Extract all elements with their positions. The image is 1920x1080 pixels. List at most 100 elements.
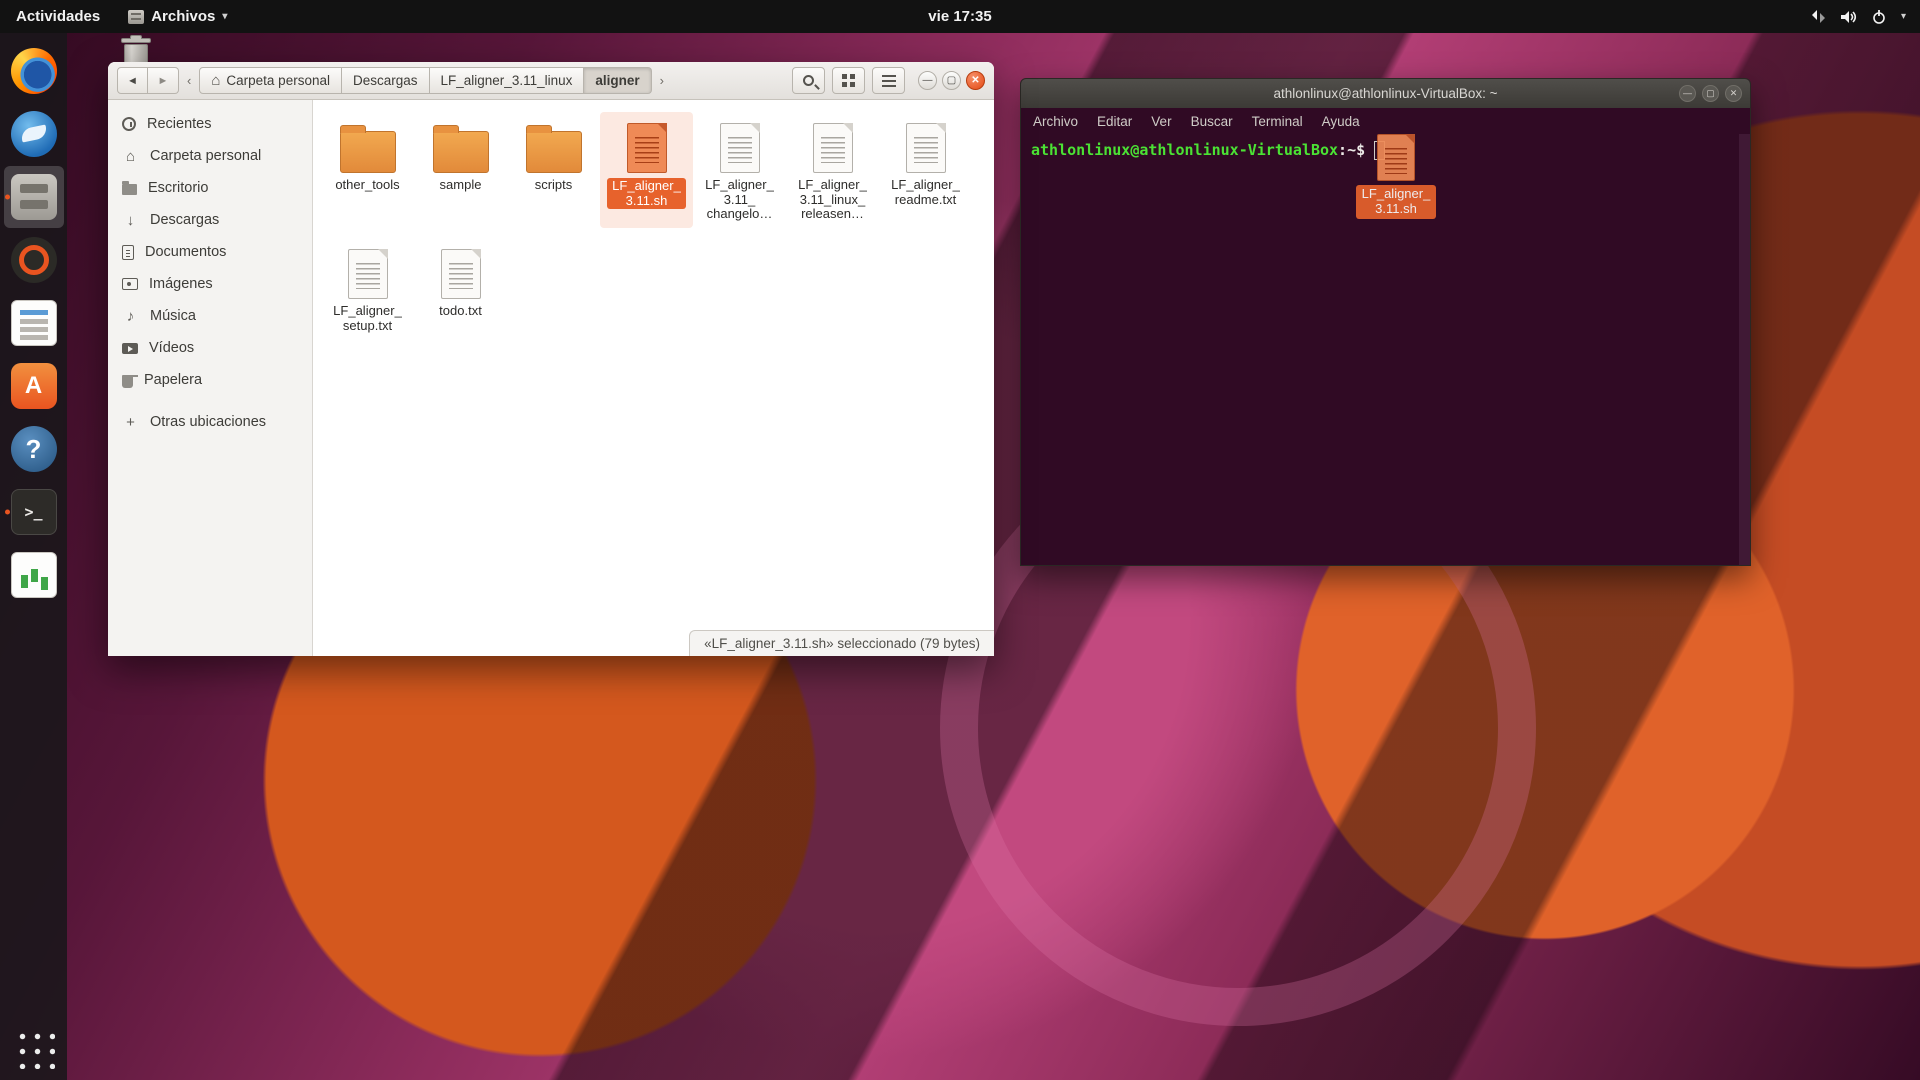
dock-item-rhythmbox[interactable] (4, 229, 64, 291)
sidebar-item-otras-ubicaciones[interactable]: +Otras ubicaciones (108, 406, 312, 438)
dock-item-files[interactable] (4, 166, 64, 228)
sidebar-item-descargas[interactable]: ↓Descargas (108, 204, 312, 236)
sidebar-item-escritorio[interactable]: Escritorio (108, 172, 312, 204)
maximize-button[interactable]: ▢ (942, 71, 961, 90)
files-icon (11, 174, 57, 220)
terminal-prompt-user: athlonlinux@athlonlinux-VirtualBox (1031, 141, 1338, 159)
files-window: ◄ ► ‹ ⌂ Carpeta personal Descargas LF_al… (108, 62, 994, 656)
minimize-button[interactable]: — (918, 71, 937, 90)
sidebar-item-musica[interactable]: ♪Música (108, 300, 312, 332)
breadcrumb-aligner[interactable]: aligner (584, 67, 651, 94)
sidebar-item-papelera[interactable]: Papelera (108, 364, 312, 396)
sidebar-item-documentos[interactable]: Documentos (108, 236, 312, 268)
file-tile-scripts[interactable]: scripts (507, 112, 600, 228)
view-grid-button[interactable] (832, 67, 865, 94)
music-icon: ♪ (122, 309, 139, 324)
app-menu-label: Archivos (151, 8, 215, 25)
show-applications-icon (13, 1027, 55, 1069)
files-app-icon (128, 10, 144, 24)
dock-item-terminal[interactable] (4, 481, 64, 543)
trash-lid-icon (121, 38, 151, 43)
path-scroll-right-icon[interactable]: › (658, 73, 666, 88)
dock-item-libreoffice-calc[interactable] (4, 544, 64, 606)
dock (0, 33, 67, 1080)
drag-ghost-label: LF_aligner_ 3.11.sh (1356, 185, 1437, 219)
terminal-scrollbar[interactable] (1739, 134, 1750, 565)
clock[interactable]: vie 17:35 (928, 8, 991, 25)
text-file-icon (348, 249, 388, 299)
file-tile-changelog[interactable]: LF_aligner_ 3.11_ changelo… (693, 112, 786, 228)
forward-button[interactable]: ► (148, 67, 179, 94)
text-file-icon (441, 249, 481, 299)
breadcrumb-home[interactable]: ⌂ Carpeta personal (199, 67, 342, 94)
folder-icon (526, 131, 582, 173)
power-icon (1872, 10, 1886, 24)
home-icon: ⌂ (122, 149, 139, 164)
sidebar-item-recientes[interactable]: Recientes (108, 108, 312, 140)
volume-icon (1841, 10, 1857, 24)
app-menu[interactable]: Archivos ▾ (116, 0, 239, 33)
menu-buscar[interactable]: Buscar (1191, 114, 1233, 129)
system-status-area[interactable]: ▾ (1811, 10, 1920, 24)
file-grid: other_tools sample scripts LF_aligner_ 3… (313, 100, 994, 349)
breadcrumb-lf-aligner-linux[interactable]: LF_aligner_3.11_linux (430, 67, 585, 94)
sidebar-item-imagenes[interactable]: Imágenes (108, 268, 312, 300)
terminal-menubar: Archivo Editar Ver Buscar Terminal Ayuda (1021, 108, 1750, 134)
libreoffice-calc-icon (11, 552, 57, 598)
breadcrumb-descargas[interactable]: Descargas (342, 67, 430, 94)
files-body: Recientes ⌂Carpeta personal Escritorio ↓… (108, 100, 994, 656)
file-tile-readme[interactable]: LF_aligner_ readme.txt (879, 112, 972, 228)
file-tile-sample[interactable]: sample (414, 112, 507, 228)
ubuntu-software-icon (11, 363, 57, 409)
menu-terminal[interactable]: Terminal (1252, 114, 1303, 129)
menu-button[interactable] (872, 67, 905, 94)
status-bar: «LF_aligner_3.11.sh» seleccionado (79 by… (689, 630, 994, 656)
chevron-down-icon: ▾ (1901, 11, 1906, 22)
clock-icon (122, 117, 136, 131)
image-icon (122, 278, 138, 290)
back-button[interactable]: ◄ (117, 67, 148, 94)
thunderbird-icon (11, 111, 57, 157)
dock-item-ubuntu-software[interactable] (4, 355, 64, 417)
running-indicator (5, 510, 10, 515)
files-headerbar: ◄ ► ‹ ⌂ Carpeta personal Descargas LF_al… (108, 62, 994, 100)
file-tile-setup[interactable]: LF_aligner_ setup.txt (321, 238, 414, 339)
text-file-icon (720, 123, 760, 173)
file-tile-other-tools[interactable]: other_tools (321, 112, 414, 228)
drag-ghost-lf-aligner-sh: LF_aligner_ 3.11.sh (1350, 134, 1442, 219)
window-controls: — ▢ ✕ (918, 71, 985, 90)
file-tile-todo[interactable]: todo.txt (414, 238, 507, 339)
path-scroll-left-icon[interactable]: ‹ (185, 73, 193, 88)
menu-ver[interactable]: Ver (1151, 114, 1171, 129)
menu-editar[interactable]: Editar (1097, 114, 1132, 129)
dock-item-show-applications[interactable] (4, 1017, 64, 1079)
file-list-area[interactable]: other_tools sample scripts LF_aligner_ 3… (313, 100, 994, 656)
terminal-title: athlonlinux@athlonlinux-VirtualBox: ~ (1274, 86, 1498, 101)
file-tile-releasenotes[interactable]: LF_aligner_ 3.11_linux_ releasen… (786, 112, 879, 228)
search-button[interactable] (792, 67, 825, 94)
menu-ayuda[interactable]: Ayuda (1322, 114, 1360, 129)
activities-button[interactable]: Actividades (0, 0, 116, 33)
dock-item-thunderbird[interactable] (4, 103, 64, 165)
dock-item-libreoffice-writer[interactable] (4, 292, 64, 354)
script-file-icon (1377, 134, 1415, 181)
files-sidebar: Recientes ⌂Carpeta personal Escritorio ↓… (108, 100, 313, 656)
maximize-button[interactable]: ▢ (1702, 85, 1719, 102)
home-icon: ⌂ (211, 73, 220, 88)
network-icon (1811, 10, 1826, 23)
dock-item-firefox[interactable] (4, 40, 64, 102)
dock-item-help[interactable] (4, 418, 64, 480)
breadcrumb: ⌂ Carpeta personal Descargas LF_aligner_… (199, 67, 651, 94)
top-bar: Actividades Archivos ▾ vie 17:35 ▾ (0, 0, 1920, 33)
search-icon (803, 75, 814, 86)
sidebar-item-videos[interactable]: Vídeos (108, 332, 312, 364)
terminal-titlebar[interactable]: athlonlinux@athlonlinux-VirtualBox: ~ — … (1021, 79, 1750, 108)
download-icon: ↓ (122, 213, 139, 228)
sidebar-item-carpeta-personal[interactable]: ⌂Carpeta personal (108, 140, 312, 172)
text-file-icon (906, 123, 946, 173)
minimize-button[interactable]: — (1679, 85, 1696, 102)
close-button[interactable]: ✕ (966, 71, 985, 90)
file-tile-lf-aligner-sh[interactable]: LF_aligner_ 3.11.sh (600, 112, 693, 228)
close-button[interactable]: ✕ (1725, 85, 1742, 102)
menu-archivo[interactable]: Archivo (1033, 114, 1078, 129)
